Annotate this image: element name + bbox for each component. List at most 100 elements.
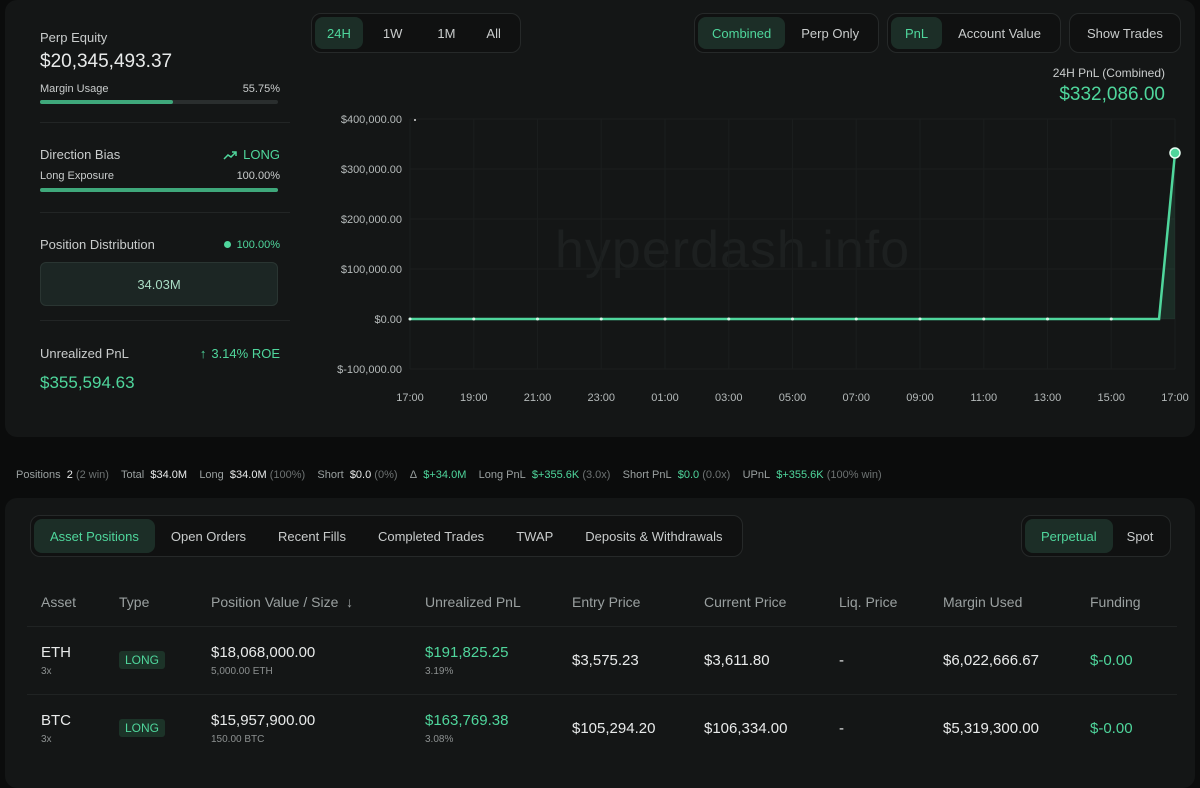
x-tick-label: 03:00 — [715, 392, 743, 404]
scope-selector: Combined Perp Only — [694, 13, 880, 53]
trend-up-icon — [223, 150, 237, 160]
show-trades-button[interactable]: Show Trades — [1073, 17, 1177, 49]
tab-twap[interactable]: TWAP — [500, 519, 569, 553]
long-pnl-value: $+355.6K — [531, 469, 580, 481]
type-cell: LONG — [105, 693, 197, 762]
x-tick-label: 17:00 — [1161, 392, 1189, 404]
short-pnl-note: (0.0x) — [702, 469, 731, 481]
column-header-funding[interactable]: Funding — [1076, 578, 1177, 626]
margin-usage-value: 55.75% — [242, 83, 280, 95]
delta-label: Δ — [409, 469, 418, 481]
x-tick-label: 17:00 — [396, 392, 424, 404]
x-tick-label: 15:00 — [1097, 392, 1125, 404]
long-value: $34.0M — [229, 469, 267, 481]
unrealized-pnl: $163,769.38 — [425, 711, 509, 729]
unrealized-pnl-label: Unrealized PnL — [40, 346, 129, 361]
direction-bias-indicator: LONG — [223, 147, 280, 162]
column-header-position-value[interactable]: Position Value / Size ↓ — [197, 578, 411, 626]
direction-bias-section: Direction Bias LONG Long Exposure 100.00… — [40, 147, 280, 192]
tab-deposits-withdrawals[interactable]: Deposits & Withdrawals — [569, 519, 738, 553]
short-pnl-value: $0.0 — [677, 469, 700, 481]
data-point — [663, 317, 667, 321]
position-distribution-value: 100.00% — [236, 238, 280, 251]
divider — [40, 212, 290, 213]
range-1m-button[interactable]: 1M — [422, 17, 470, 49]
range-24h-button[interactable]: 24H — [315, 17, 363, 49]
range-1w-button[interactable]: 1W — [363, 17, 423, 49]
position-value: $15,957,900.00 — [211, 711, 316, 729]
asset-leverage: 3x — [41, 665, 52, 677]
long-exposure-value: 100.00% — [236, 170, 280, 182]
tab-asset-positions[interactable]: Asset Positions — [34, 519, 155, 553]
position-size: 5,000.00 ETH — [211, 665, 273, 677]
short-note: (0%) — [374, 469, 398, 481]
column-header-entry-price[interactable]: Entry Price — [558, 578, 690, 626]
position-distribution-bar[interactable]: 34.03M — [40, 262, 278, 306]
position-size: 150.00 BTC — [211, 733, 265, 745]
column-header-liq-price[interactable]: Liq. Price — [825, 578, 929, 626]
table-header-row: Asset Type Position Value / Size ↓ Unrea… — [27, 578, 1177, 626]
column-header-unrealized-pnl[interactable]: Unrealized PnL — [411, 578, 558, 626]
asset-name: ETH — [41, 643, 71, 661]
pnl-chart: $400,000.00 $300,000.00 $200,000.00 $100,00… — [320, 100, 1190, 420]
pnl-chart-svg: $400,000.00 $300,000.00 $200,000.00 $100,00… — [337, 114, 1189, 404]
y-tick-label: $400,000.00 — [341, 114, 402, 126]
table-row[interactable]: ETH 3x LONG $18,068,000.00 5,000.00 ETH $1… — [27, 625, 1177, 694]
perp-only-button[interactable]: Perp Only — [785, 17, 875, 49]
tab-recent-fills[interactable]: Recent Fills — [262, 519, 362, 553]
tab-completed-trades[interactable]: Completed Trades — [362, 519, 500, 553]
range-all-button[interactable]: All — [470, 17, 516, 49]
long-label: Long — [199, 469, 224, 481]
data-point — [536, 317, 539, 321]
table-row[interactable]: BTC 3x LONG $15,957,900.00 150.00 BTC $163… — [27, 693, 1177, 762]
perpetual-button[interactable]: Perpetual — [1025, 519, 1113, 553]
position-distribution-section: Position Distribution 100.00% 34.03M — [40, 237, 280, 306]
axis-marker — [414, 119, 416, 121]
unrealized-pnl-value: $355,594.63 — [40, 373, 135, 392]
column-header-position-value-label: Position Value / Size — [211, 593, 339, 610]
short-pnl-label: Short PnL — [622, 469, 672, 481]
x-tick-label: 01:00 — [651, 392, 679, 404]
y-tick-label: $-100,000.00 — [337, 364, 402, 376]
data-point — [727, 317, 731, 321]
upnl-value: $+355.6K — [776, 469, 824, 481]
type-cell: LONG — [105, 625, 197, 694]
long-exposure-bar — [40, 188, 278, 192]
data-point — [854, 317, 858, 321]
combined-button[interactable]: Combined — [698, 17, 786, 49]
x-tick-label: 19:00 — [460, 392, 488, 404]
data-point — [1046, 317, 1049, 321]
long-pnl-label: Long PnL — [478, 469, 526, 481]
x-tick-label: 23:00 — [587, 392, 615, 404]
roe-value: 3.14% ROE — [211, 346, 280, 361]
delta-value: $+34.0M — [423, 469, 467, 481]
data-point — [1109, 317, 1113, 321]
margin-usage-row: Margin Usage 55.75% — [40, 83, 280, 95]
column-header-asset[interactable]: Asset — [27, 578, 105, 626]
x-tick-label: 21:00 — [524, 392, 552, 404]
spot-button[interactable]: Spot — [1113, 519, 1168, 553]
account-value-button[interactable]: Account Value — [942, 17, 1057, 49]
data-point — [918, 317, 922, 321]
position-distribution-label: Position Distribution — [40, 237, 155, 252]
long-exposure-fill — [40, 188, 278, 192]
unrealized-pnl-cell: $163,769.38 3.08% — [411, 693, 558, 762]
asset-name: BTC — [41, 711, 71, 729]
tab-open-orders[interactable]: Open Orders — [155, 519, 262, 553]
column-header-margin-used[interactable]: Margin Used — [929, 578, 1076, 626]
position-value-cell: $15,957,900.00 150.00 BTC — [197, 693, 411, 762]
data-point — [791, 317, 794, 321]
pnl-button[interactable]: PnL — [891, 17, 943, 49]
perp-equity-value: $20,345,493.37 — [40, 51, 173, 72]
liq-price: - — [825, 693, 929, 762]
column-header-type[interactable]: Type — [105, 578, 197, 626]
current-price: $3,611.80 — [690, 625, 825, 694]
long-pnl-note: (3.0x) — [582, 469, 611, 481]
position-distribution-legend: 100.00% — [223, 238, 280, 251]
data-point — [599, 317, 603, 321]
column-header-current-price[interactable]: Current Price — [690, 578, 825, 626]
positions-label: Positions — [16, 469, 61, 481]
x-tick-label: 09:00 — [906, 392, 934, 404]
positions-table: Asset Type Position Value / Size ↓ Unrea… — [27, 578, 1177, 762]
unrealized-pnl: $191,825.25 — [425, 643, 509, 661]
